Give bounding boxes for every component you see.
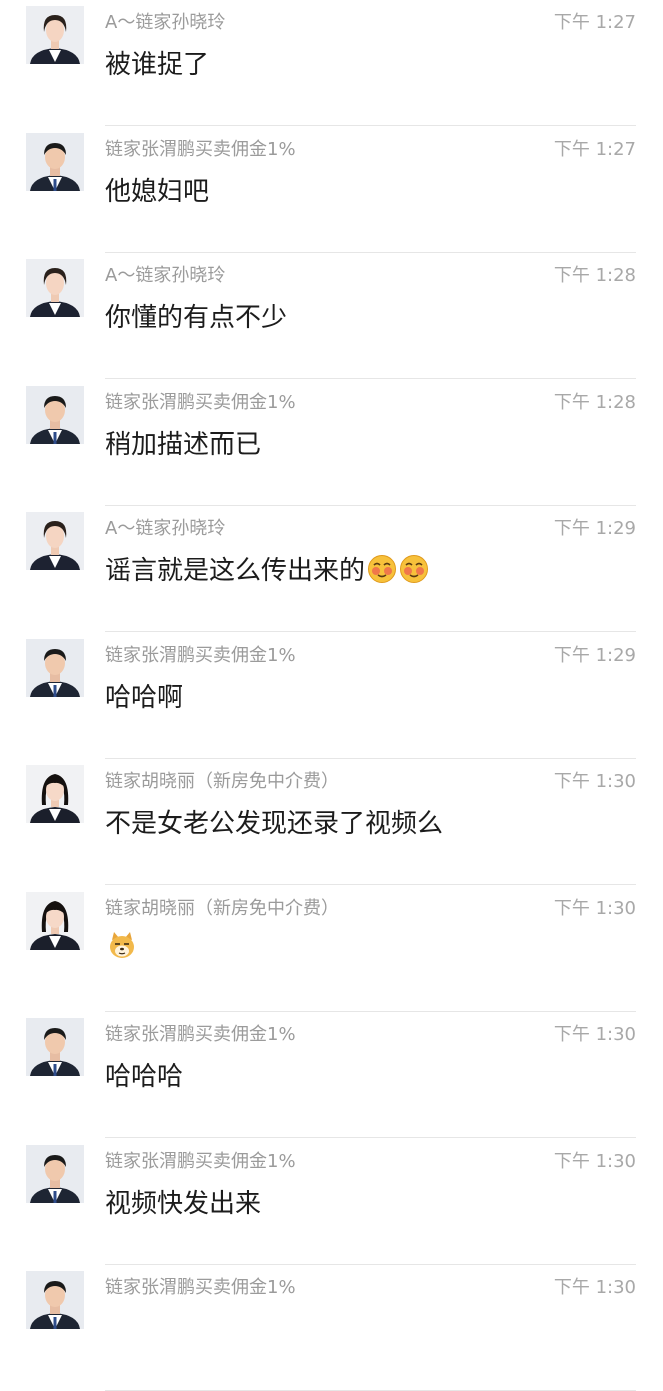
- chat-message[interactable]: 链家张渭鹏买卖佣金1% 下午 1:27 他媳妇吧: [0, 127, 663, 253]
- message-time: 下午 1:27: [553, 139, 636, 160]
- message-time: 下午 1:30: [553, 771, 636, 792]
- avatar[interactable]: [26, 386, 84, 444]
- avatar[interactable]: [26, 133, 84, 191]
- message-body: 哈哈哈: [105, 1056, 183, 1093]
- message-text: 被谁捉了: [105, 50, 210, 80]
- divider: [105, 631, 636, 632]
- message-text: 视频快发出来: [105, 1189, 262, 1219]
- avatar[interactable]: [26, 512, 84, 570]
- message-text: 他媳妇吧: [105, 177, 210, 207]
- sender-name: 链家胡晓丽（新房免中介费）: [105, 771, 339, 792]
- shy-face-emoji: [399, 554, 429, 584]
- chat-message[interactable]: 链家胡晓丽（新房免中介费） 下午 1:30: [0, 886, 663, 1012]
- shy-face-emoji: [367, 554, 397, 584]
- message-body: 稍加描述而已: [105, 424, 261, 461]
- message-time: 下午 1:27: [553, 12, 636, 33]
- chat-message[interactable]: A～链家孙晓玲 下午 1:28 你懂的有点不少: [0, 253, 663, 379]
- message-body: 哈哈啊: [105, 677, 183, 714]
- message-text: 哈哈哈: [105, 1062, 184, 1092]
- message-time: 下午 1:28: [553, 392, 636, 413]
- avatar[interactable]: [26, 1145, 84, 1203]
- chat-message[interactable]: 链家张渭鹏买卖佣金1% 下午 1:30: [0, 1265, 663, 1391]
- divider: [105, 125, 636, 126]
- message-time: 下午 1:29: [553, 645, 636, 666]
- sender-name: 链家胡晓丽（新房免中介费）: [105, 898, 339, 919]
- chat-message[interactable]: 链家胡晓丽（新房免中介费） 下午 1:30 不是女老公发现还录了视频么: [0, 759, 663, 885]
- message-body: 谣言就是这么传出来的: [105, 550, 429, 587]
- message-text: 哈哈啊: [105, 683, 184, 713]
- message-text: 稍加描述而已: [105, 430, 262, 460]
- message-time: 下午 1:30: [553, 1277, 636, 1298]
- sender-name: 链家张渭鹏买卖佣金1%: [105, 1277, 296, 1298]
- message-body: 你懂的有点不少: [105, 297, 287, 334]
- sender-name: 链家张渭鹏买卖佣金1%: [105, 139, 296, 160]
- message-body: [105, 930, 137, 962]
- chat-message[interactable]: A～链家孙晓玲 下午 1:27 被谁捉了: [0, 0, 663, 126]
- sender-name: A～链家孙晓玲: [105, 518, 226, 539]
- chat-message[interactable]: 链家张渭鹏买卖佣金1% 下午 1:30 哈哈哈: [0, 1012, 663, 1138]
- message-body: 被谁捉了: [105, 44, 209, 81]
- message-time: 下午 1:30: [553, 898, 636, 919]
- doge-emoji: [107, 930, 137, 960]
- message-body: 他媳妇吧: [105, 171, 209, 208]
- avatar[interactable]: [26, 765, 84, 823]
- avatar[interactable]: [26, 639, 84, 697]
- chat-message[interactable]: 链家张渭鹏买卖佣金1% 下午 1:30 视频快发出来: [0, 1139, 663, 1265]
- chat-message[interactable]: 链家张渭鹏买卖佣金1% 下午 1:29 哈哈啊: [0, 633, 663, 759]
- message-text: 你懂的有点不少: [105, 303, 288, 333]
- avatar[interactable]: [26, 259, 84, 317]
- chat-message[interactable]: 链家张渭鹏买卖佣金1% 下午 1:28 稍加描述而已: [0, 380, 663, 506]
- avatar[interactable]: [26, 6, 84, 64]
- message-text: 谣言就是这么传出来的: [105, 556, 366, 586]
- divider: [105, 378, 636, 379]
- message-body: 视频快发出来: [105, 1183, 261, 1220]
- sender-name: A～链家孙晓玲: [105, 12, 226, 33]
- sender-name: 链家张渭鹏买卖佣金1%: [105, 1024, 296, 1045]
- message-time: 下午 1:30: [553, 1151, 636, 1172]
- message-time: 下午 1:30: [553, 1024, 636, 1045]
- chat-message[interactable]: A～链家孙晓玲 下午 1:29 谣言就是这么传出来的: [0, 506, 663, 632]
- message-time: 下午 1:29: [553, 518, 636, 539]
- message-body: 不是女老公发现还录了视频么: [105, 803, 443, 840]
- sender-name: 链家张渭鹏买卖佣金1%: [105, 645, 296, 666]
- divider: [105, 1137, 636, 1138]
- divider: [105, 884, 636, 885]
- sender-name: 链家张渭鹏买卖佣金1%: [105, 392, 296, 413]
- message-list[interactable]: A～链家孙晓玲 下午 1:27 被谁捉了 链家张渭鹏买卖佣金1% 下午 1:27 他媳妇吧…: [0, 0, 663, 1391]
- avatar[interactable]: [26, 1018, 84, 1076]
- sender-name: 链家张渭鹏买卖佣金1%: [105, 1151, 296, 1172]
- message-text: 不是女老公发现还录了视频么: [105, 809, 444, 839]
- message-time: 下午 1:28: [553, 265, 636, 286]
- avatar[interactable]: [26, 892, 84, 950]
- sender-name: A～链家孙晓玲: [105, 265, 226, 286]
